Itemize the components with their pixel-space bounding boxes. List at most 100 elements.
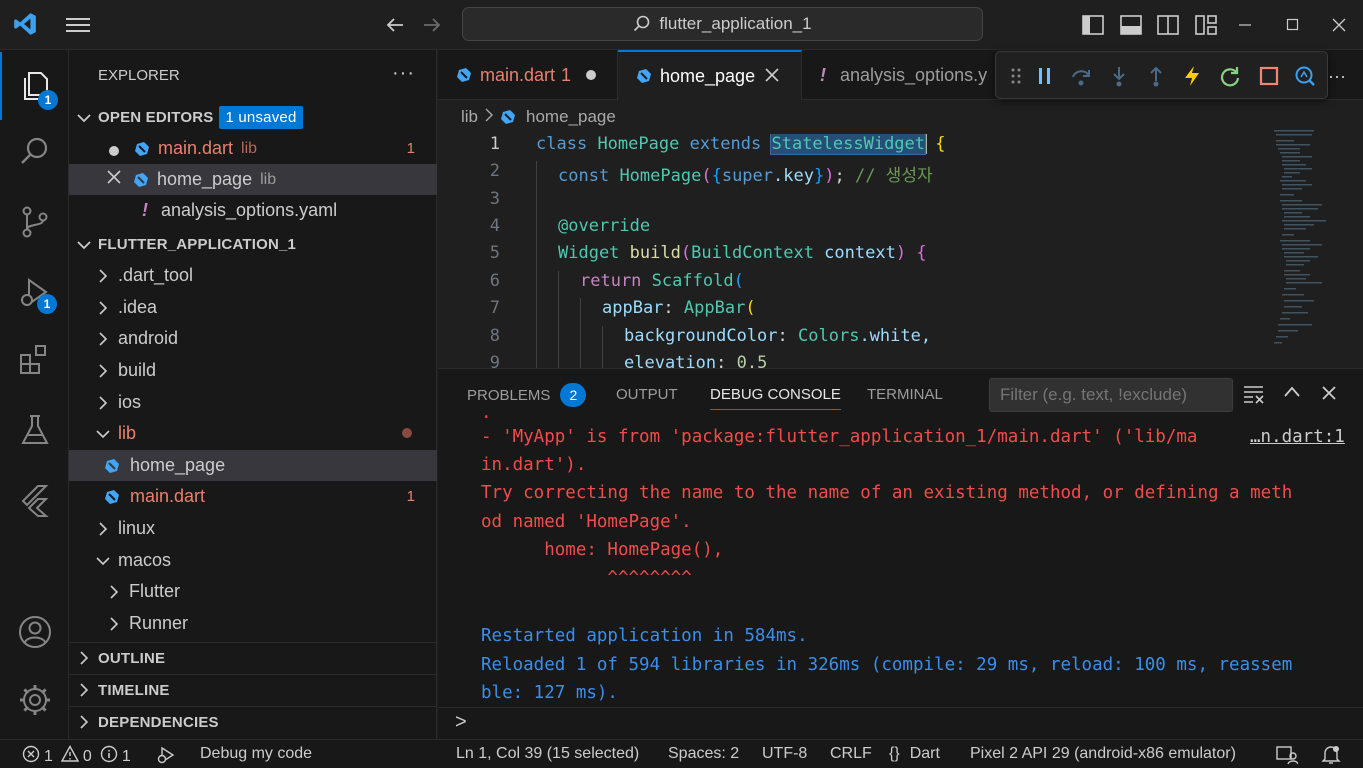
flask-icon — [20, 415, 49, 444]
cursor-position[interactable]: Ln 1, Col 39 (15 selected) — [456, 745, 639, 763]
tab-terminal[interactable]: TERMINAL — [867, 386, 943, 403]
explorer-activity[interactable]: 1 — [0, 52, 69, 120]
close-icon[interactable] — [106, 169, 122, 190]
back-arrow-icon[interactable] — [382, 12, 408, 38]
step-into-icon[interactable] — [1107, 64, 1131, 88]
unsaved-dot-icon[interactable] — [585, 65, 597, 86]
minimize-icon[interactable] — [1232, 12, 1258, 38]
run-debug-activity[interactable]: 1 — [0, 258, 69, 326]
tab-analysis-options[interactable]: ! analysis_options.y — [802, 50, 1002, 100]
tree-item-idea[interactable]: .idea — [69, 292, 437, 323]
token: ( — [701, 166, 712, 186]
close-window-icon[interactable] — [1326, 12, 1352, 38]
open-editor-item-analysis-options[interactable]: ! analysis_options.yaml — [69, 195, 437, 226]
tree-item-flutter[interactable]: Flutter — [69, 576, 437, 607]
device-selector[interactable]: Pixel 2 API 29 (android-x86 emulator) — [970, 745, 1236, 763]
unsaved-dot-icon[interactable] — [107, 142, 121, 156]
filter-input[interactable] — [989, 378, 1233, 412]
tree-item-build[interactable]: build — [69, 355, 437, 386]
debug-config[interactable]: Debug my code — [200, 745, 312, 763]
tree-item-label: .dart_tool — [118, 265, 194, 285]
token: Colors — [798, 326, 860, 346]
extensions-activity[interactable] — [0, 326, 69, 394]
tree-item-linux[interactable]: linux — [69, 513, 437, 544]
flutter-icon — [21, 485, 49, 517]
open-editor-item-main-dart[interactable]: main.dart lib 1 — [69, 133, 437, 164]
tree-item-home-page[interactable]: home_page — [69, 450, 437, 481]
flutter-activity[interactable] — [0, 466, 69, 534]
tab-output[interactable]: OUTPUT — [616, 386, 678, 403]
toggle-panel-icon[interactable] — [1118, 12, 1144, 38]
tab-home-page[interactable]: home_page — [618, 50, 802, 100]
hot-reload-lightning-icon[interactable] — [1180, 64, 1204, 88]
chevron-right-icon — [94, 363, 112, 378]
notifications-bell-icon[interactable] — [1321, 745, 1341, 768]
language-label: Dart — [909, 745, 940, 762]
drag-handle-icon[interactable] — [1004, 64, 1028, 88]
token: backgroundColor — [624, 326, 778, 346]
breadcrumb: lib home_page — [461, 107, 616, 127]
feedback-icon[interactable] — [1276, 745, 1299, 768]
customize-layout-icon[interactable] — [1193, 12, 1219, 38]
step-out-icon[interactable] — [1144, 64, 1168, 88]
more-actions-icon[interactable]: ··· — [392, 62, 415, 85]
clear-console-icon[interactable] — [1243, 384, 1265, 409]
maximize-icon[interactable] — [1280, 12, 1306, 38]
tree-item-dart-tool[interactable]: .dart_tool — [69, 260, 437, 291]
maximize-panel-icon[interactable] — [1283, 385, 1301, 404]
debug-run-icon[interactable] — [156, 745, 176, 768]
accounts-activity[interactable] — [0, 598, 69, 666]
project-header[interactable]: FLUTTER_APPLICATION_1 — [69, 229, 437, 260]
open-editors-header[interactable]: OPEN EDITORS 1 unsaved — [69, 102, 437, 133]
language-mode[interactable]: {} Dart — [889, 745, 940, 763]
tree-item-runner[interactable]: Runner — [69, 608, 437, 639]
token: { — [711, 166, 722, 186]
outline-header[interactable]: OUTLINE — [69, 642, 437, 673]
indentation[interactable]: Spaces: 2 — [668, 745, 739, 763]
testing-activity[interactable] — [0, 396, 69, 464]
problems-status[interactable]: 1 0 1 — [22, 745, 131, 768]
tree-item-macos[interactable]: macos — [69, 545, 437, 576]
source-link[interactable]: …n.dart:1 — [1250, 427, 1345, 447]
token: HomePage — [619, 166, 702, 186]
tab-main-dart[interactable]: main.dart 1 — [438, 50, 618, 100]
open-editor-item-home-page[interactable]: home_page lib — [69, 164, 437, 195]
menu-icon[interactable] — [65, 12, 91, 38]
close-panel-icon[interactable] — [1321, 385, 1337, 406]
tree-item-android[interactable]: android — [69, 323, 437, 354]
open-editor-folder: lib — [260, 170, 277, 188]
step-over-icon[interactable] — [1069, 64, 1093, 88]
dependencies-header[interactable]: DEPENDENCIES — [69, 706, 437, 737]
chevron-right-icon — [94, 395, 112, 410]
manage-activity[interactable] — [0, 666, 69, 734]
source-control-activity[interactable] — [0, 188, 69, 256]
chevron-down-icon — [75, 113, 93, 123]
tree-item-ios[interactable]: ios — [69, 387, 437, 418]
timeline-header[interactable]: TIMELINE — [69, 674, 437, 705]
stop-icon[interactable] — [1257, 64, 1281, 88]
minimap[interactable] — [1270, 128, 1352, 368]
search-activity[interactable] — [0, 118, 69, 186]
toggle-secondary-sidebar-icon[interactable] — [1155, 12, 1181, 38]
token: ( — [680, 243, 692, 263]
close-icon[interactable] — [765, 66, 779, 87]
token: Scaffold — [651, 271, 734, 291]
tree-item-lib[interactable]: lib — [69, 418, 437, 449]
toggle-primary-sidebar-icon[interactable] — [1080, 12, 1106, 38]
end-of-line[interactable]: CRLF — [830, 745, 872, 763]
devtools-search-icon[interactable] — [1293, 64, 1317, 88]
command-center-search[interactable]: flutter_application_1 — [462, 7, 983, 41]
tree-item-label: .idea — [118, 297, 158, 317]
encoding[interactable]: UTF-8 — [762, 745, 807, 763]
tree-item-main-dart[interactable]: main.dart 1 — [69, 481, 437, 512]
breadcrumb-folder[interactable]: lib — [461, 107, 478, 127]
pause-icon[interactable] — [1033, 64, 1057, 88]
restart-icon[interactable] — [1218, 64, 1242, 88]
breadcrumb-file[interactable]: home_page — [526, 107, 616, 127]
editor-more-actions-icon[interactable]: ··· — [1328, 66, 1346, 87]
code-editor[interactable]: 1 2 3 4 5 6 7 8 9 class HomePage extends… — [438, 134, 1278, 368]
token: .key — [773, 166, 814, 186]
forward-arrow-icon[interactable] — [419, 12, 445, 38]
tab-debug-console[interactable]: DEBUG CONSOLE — [710, 386, 841, 410]
console-input[interactable] — [478, 711, 1358, 737]
